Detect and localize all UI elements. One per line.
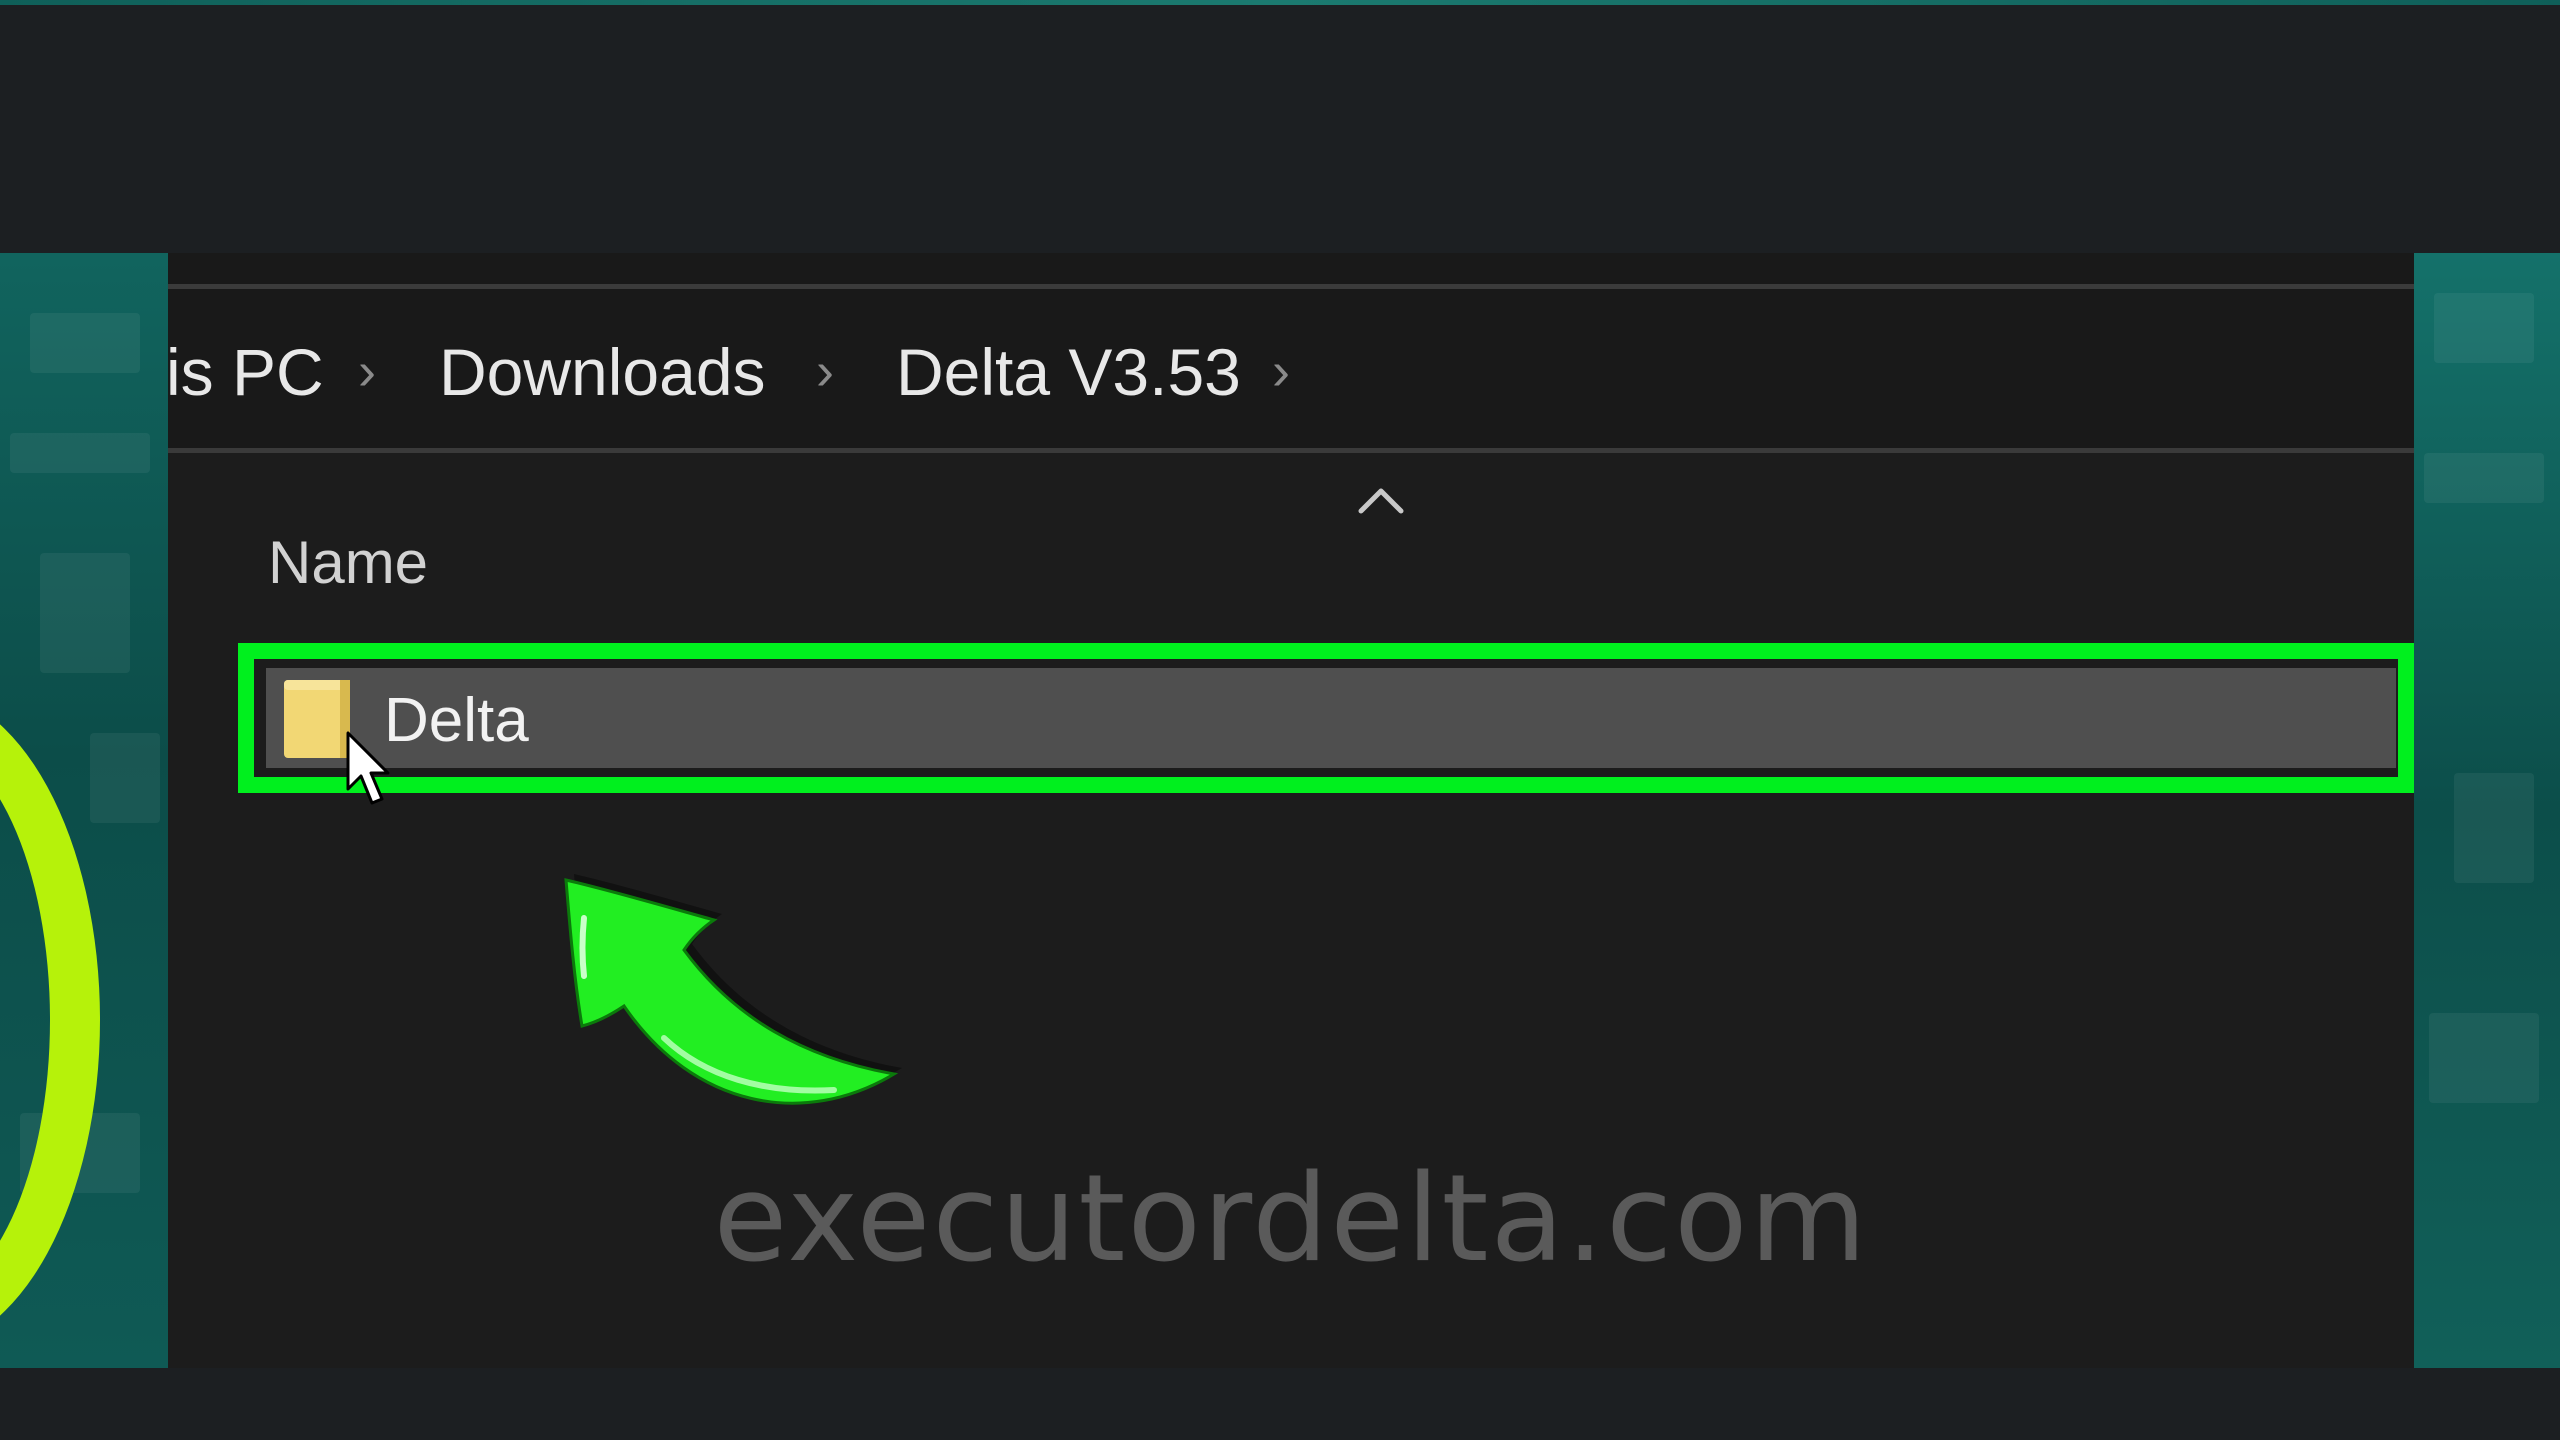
bottom-letterbox xyxy=(0,1368,2560,1440)
breadcrumb-chevron-icon[interactable]: › xyxy=(358,339,376,404)
top-letterbox xyxy=(0,5,2560,253)
breadcrumb-chevron-icon[interactable]: › xyxy=(1272,339,1290,404)
mouse-cursor-icon xyxy=(346,731,390,805)
column-header-name[interactable]: Name xyxy=(268,533,428,593)
green-highlight-box xyxy=(238,643,2414,793)
file-explorer-window: is PC › Downloads › Delta V3.53 › Name D… xyxy=(168,253,2414,1368)
breadcrumb-downloads[interactable]: Downloads xyxy=(439,339,766,405)
breadcrumb-delta-v353[interactable]: Delta V3.53 xyxy=(896,339,1241,405)
explorer-toolbar-edge xyxy=(168,253,2414,289)
breadcrumb-chevron-icon[interactable]: › xyxy=(816,339,834,404)
screenshot-stage: is PC › Downloads › Delta V3.53 › Name D… xyxy=(0,0,2560,1440)
breadcrumb-this-pc[interactable]: is PC xyxy=(168,339,324,405)
folder-icon xyxy=(284,680,350,758)
sort-ascending-icon[interactable] xyxy=(1351,479,1411,519)
watermark-text: executordelta.com xyxy=(713,1150,1869,1289)
address-bar[interactable]: is PC › Downloads › Delta V3.53 › xyxy=(168,289,2414,453)
file-row-name[interactable]: Delta xyxy=(384,690,529,752)
green-curved-arrow-icon xyxy=(564,874,902,1105)
right-background-scene xyxy=(2414,253,2560,1368)
